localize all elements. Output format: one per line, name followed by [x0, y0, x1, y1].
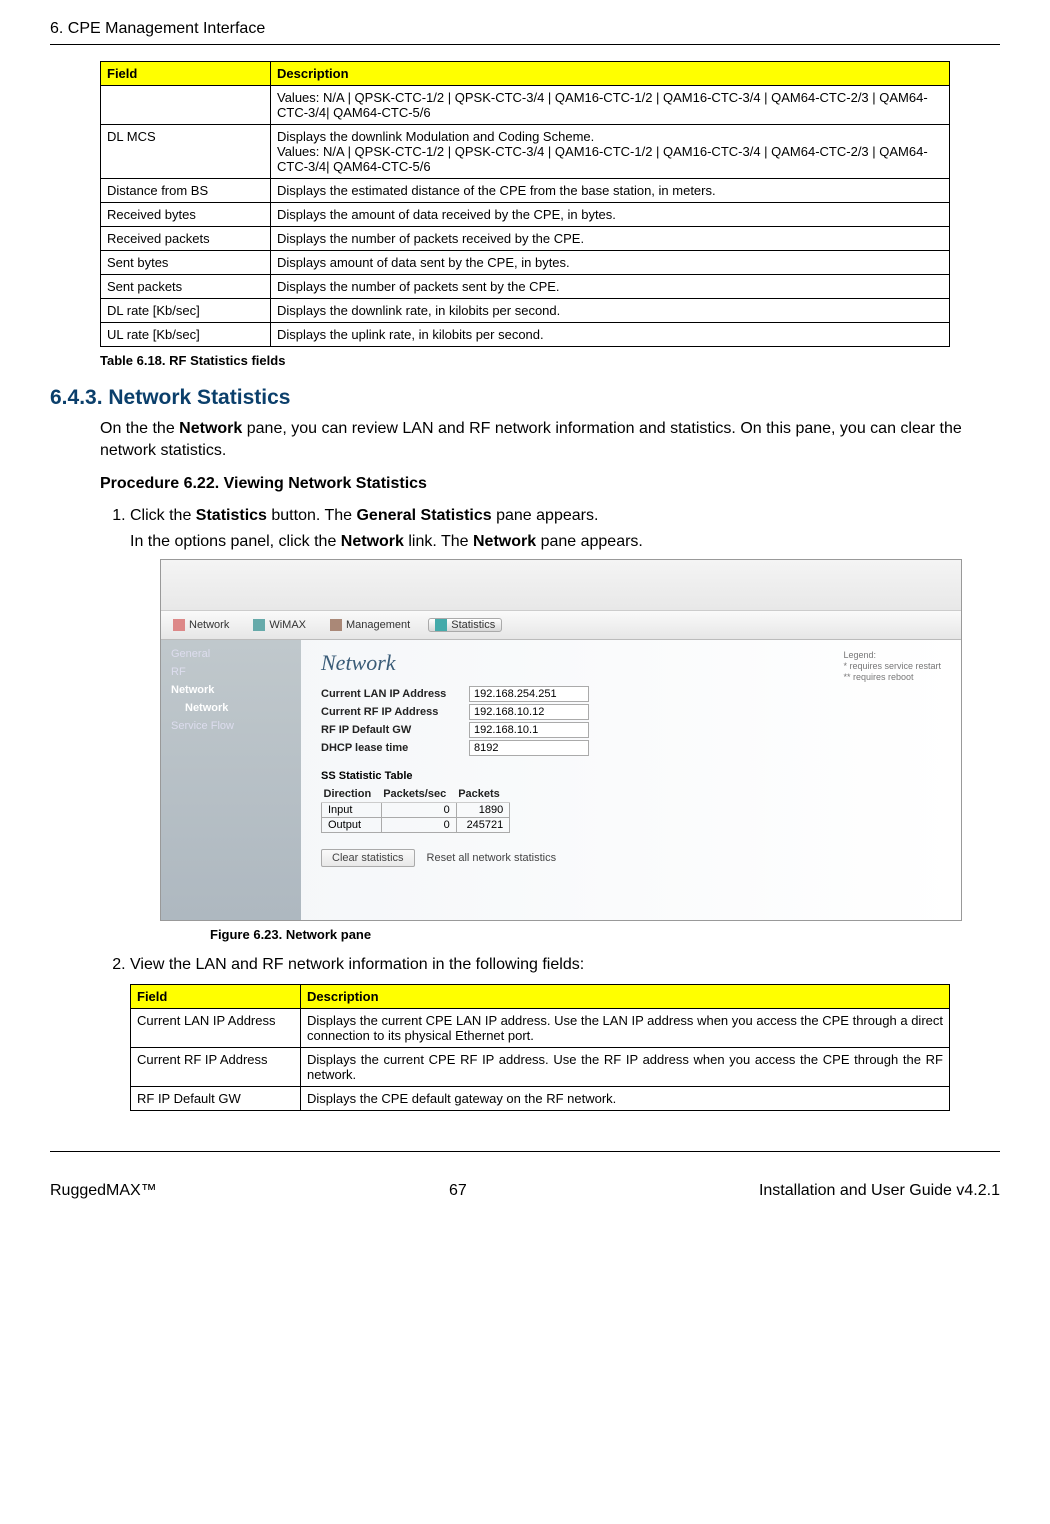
rf-statistics-table: Field Description Values: N/A | QPSK-CTC…	[100, 61, 950, 347]
ss-table-header: Packets/sec	[381, 786, 456, 803]
ss-table-cell: Output	[322, 818, 382, 833]
table-cell-description: Displays the number of packets received …	[271, 227, 950, 251]
procedure-steps: Click the Statistics button. The General…	[100, 507, 1000, 1111]
table-cell-description: Displays the current CPE LAN IP address.…	[301, 1009, 950, 1048]
table-cell-description: Displays the downlink rate, in kilobits …	[271, 299, 950, 323]
form-value: 192.168.10.12	[469, 704, 589, 720]
table-cell-field: DL rate [Kb/sec]	[101, 299, 271, 323]
step-2: View the LAN and RF network information …	[130, 956, 1000, 1111]
table-cell-field: RF IP Default GW	[131, 1087, 301, 1111]
section-heading: 6.4.3. Network Statistics	[50, 386, 1000, 410]
sidebar-rf[interactable]: RF	[171, 666, 291, 678]
ss-statistic-table: DirectionPackets/secPackets Input01890 Ou…	[321, 786, 510, 833]
ss-table-cell: 0	[381, 803, 456, 818]
ss-table-header: Direction	[322, 786, 382, 803]
nav-statistics[interactable]: Statistics	[428, 618, 502, 632]
table-cell-description: Displays the current CPE RF IP address. …	[301, 1048, 950, 1087]
screenshot-main: Legend:* requires service restart** requ…	[301, 640, 961, 920]
ss-table-header: Packets	[456, 786, 510, 803]
table2-header-field: Field	[131, 985, 301, 1009]
nav-wimax[interactable]: WiMAX	[247, 619, 312, 631]
screenshot-navbar: Network WiMAX Management Statistics	[161, 611, 961, 640]
table-cell-field: Sent bytes	[101, 251, 271, 275]
sidebar-network-sub[interactable]: Network	[171, 702, 291, 714]
table-cell-field: Sent packets	[101, 275, 271, 299]
table-cell-field	[101, 86, 271, 125]
clear-statistics-desc: Reset all network statistics	[427, 852, 557, 864]
form-label: RF IP Default GW	[321, 722, 461, 738]
network-icon	[173, 619, 185, 631]
table-cell-description: Displays the amount of data received by …	[271, 203, 950, 227]
form-value: 8192	[469, 740, 589, 756]
page-footer: RuggedMAX™ 67 Installation and User Guid…	[50, 1182, 1000, 1200]
ss-table-cell: 0	[381, 818, 456, 833]
ss-table-cell: 1890	[456, 803, 510, 818]
form-value: 192.168.254.251	[469, 686, 589, 702]
table-cell-description: Displays the CPE default gateway on the …	[301, 1087, 950, 1111]
sidebar-network[interactable]: Network	[171, 684, 291, 696]
ss-table-cell: Input	[322, 803, 382, 818]
table-cell-description: Displays the downlink Modulation and Cod…	[271, 125, 950, 179]
table-cell-field: Current RF IP Address	[131, 1048, 301, 1087]
network-fields-table: Field Description Current LAN IP Address…	[130, 984, 950, 1111]
network-pane-screenshot: Network WiMAX Management Statistics Gene…	[160, 559, 962, 921]
form-label: DHCP lease time	[321, 740, 461, 756]
table-cell-field: DL MCS	[101, 125, 271, 179]
table-cell-description: Displays the number of packets sent by t…	[271, 275, 950, 299]
table-cell-field: UL rate [Kb/sec]	[101, 323, 271, 347]
figure-caption: Figure 6.23. Network pane	[210, 927, 1000, 942]
nav-network[interactable]: Network	[167, 619, 235, 631]
sidebar-service-flow[interactable]: Service Flow	[171, 720, 291, 732]
footer-left: RuggedMAX™	[50, 1182, 157, 1200]
table1-caption: Table 6.18. RF Statistics fields	[100, 353, 1000, 368]
header-rule	[50, 44, 1000, 45]
table-cell-description: Values: N/A | QPSK-CTC-1/2 | QPSK-CTC-3/…	[271, 86, 950, 125]
form-label: Current RF IP Address	[321, 704, 461, 720]
network-form: Current LAN IP Address 192.168.254.251 Cur…	[321, 686, 941, 756]
section-intro: On the the Network pane, you can review …	[100, 418, 990, 461]
procedure-title: Procedure 6.22. Viewing Network Statisti…	[100, 475, 1000, 493]
step-1: Click the Statistics button. The General…	[130, 507, 1000, 942]
clear-statistics-button[interactable]: Clear statistics	[321, 849, 415, 867]
page-header: 6. CPE Management Interface	[50, 20, 1000, 38]
form-value: 192.168.10.1	[469, 722, 589, 738]
ss-table-cell: 245721	[456, 818, 510, 833]
table-cell-field: Current LAN IP Address	[131, 1009, 301, 1048]
table-cell-field: Received bytes	[101, 203, 271, 227]
footer-center: 67	[449, 1182, 467, 1200]
footer-right: Installation and User Guide v4.2.1	[759, 1182, 1000, 1200]
table-cell-field: Distance from BS	[101, 179, 271, 203]
table1-header-field: Field	[101, 62, 271, 86]
sidebar-general[interactable]: General	[171, 648, 291, 660]
table-cell-description: Displays the uplink rate, in kilobits pe…	[271, 323, 950, 347]
table2-header-description: Description	[301, 985, 950, 1009]
form-label: Current LAN IP Address	[321, 686, 461, 702]
management-icon	[330, 619, 342, 631]
screenshot-banner	[161, 560, 961, 611]
table-cell-field: Received packets	[101, 227, 271, 251]
table1-header-description: Description	[271, 62, 950, 86]
nav-management[interactable]: Management	[324, 619, 416, 631]
table-cell-description: Displays amount of data sent by the CPE,…	[271, 251, 950, 275]
wimax-icon	[253, 619, 265, 631]
table-cell-description: Displays the estimated distance of the C…	[271, 179, 950, 203]
statistics-icon	[435, 619, 447, 631]
screenshot-sidebar: General RF Network Network Service Flow	[161, 640, 301, 920]
footer-rule	[50, 1151, 1000, 1152]
ss-table-title: SS Statistic Table	[321, 770, 941, 782]
screenshot-legend: Legend:* requires service restart** requ…	[843, 650, 941, 682]
